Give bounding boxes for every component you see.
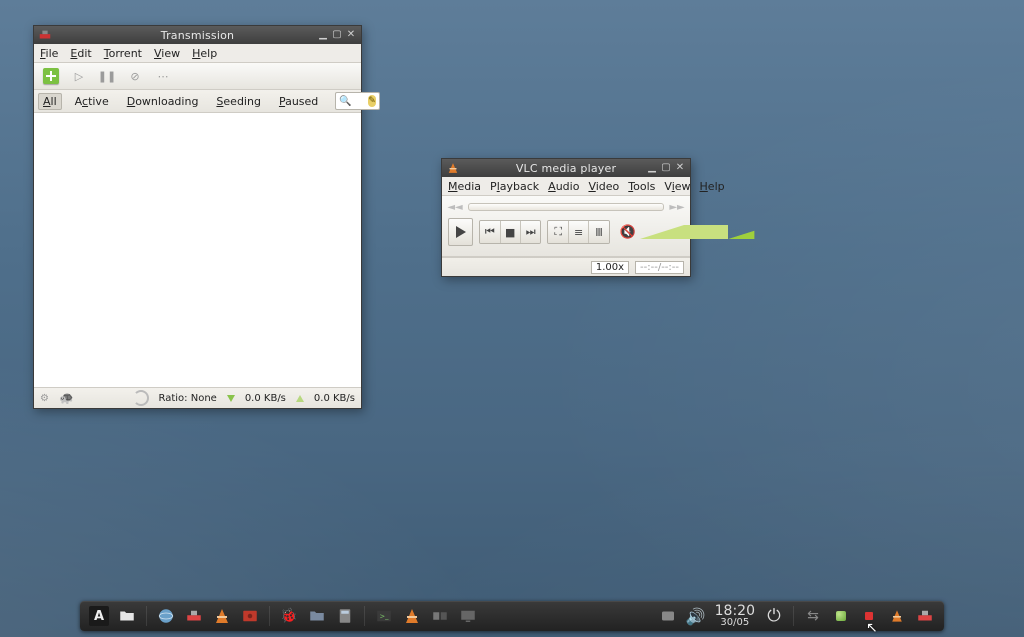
vlc-seek-forward-button[interactable]: ►► xyxy=(670,200,684,214)
vlc-view-controls: ⛶ ≡ Ⅲ xyxy=(547,220,609,244)
vlc-mute-button[interactable]: 🔇 xyxy=(620,225,636,240)
vlc-menubar: Media Playback Audio Video Tools View He… xyxy=(442,177,690,196)
vlc-playlist-button[interactable]: ≡ xyxy=(569,221,589,243)
menu-file[interactable]: File xyxy=(40,47,58,60)
start-torrent-button[interactable]: ▷ xyxy=(68,65,90,87)
transmission-titlebar[interactable]: Transmission ▁ ▢ ✕ xyxy=(34,26,361,44)
clock-date: 30/05 xyxy=(720,617,749,628)
filter-downloading[interactable]: Downloading xyxy=(122,93,204,110)
filter-paused[interactable]: Paused xyxy=(274,93,323,110)
vlc-menu-view[interactable]: View xyxy=(664,180,690,193)
search-icon: 🔍 xyxy=(339,96,351,107)
transmission-menubar: File Edit Torrent View Help xyxy=(34,44,361,63)
download-speed: 0.0 KB/s xyxy=(245,393,286,404)
search-clear-icon[interactable]: ✎ xyxy=(368,95,376,107)
vlc-seek-slider[interactable] xyxy=(468,203,664,211)
tray-transmission-icon[interactable] xyxy=(914,605,936,627)
transmission-statusbar: ⚙ 🐢 Ratio: None 0.0 KB/s 0.0 KB/s xyxy=(34,388,361,408)
transmission-filterbar: All Active Downloading Seeding Paused 🔍 … xyxy=(34,90,361,113)
transmission-launcher[interactable] xyxy=(183,605,205,627)
download-arrow-icon xyxy=(227,395,235,402)
transmission-search[interactable]: 🔍 ✎ xyxy=(335,92,379,110)
vlc-minimize-button[interactable]: ▁ xyxy=(646,162,658,174)
pause-torrent-button[interactable]: ❚❚ xyxy=(96,65,118,87)
tray-vlc-icon[interactable] xyxy=(886,605,908,627)
taskbar-touchpad-icon[interactable] xyxy=(657,605,679,627)
taskbar-pager[interactable] xyxy=(429,605,451,627)
taskbar-folder-icon[interactable] xyxy=(306,605,328,627)
browser-launcher[interactable] xyxy=(155,605,177,627)
add-torrent-button[interactable] xyxy=(40,65,62,87)
stats-cycle-icon[interactable] xyxy=(133,390,149,406)
taskbar-vlc-running[interactable] xyxy=(401,605,423,627)
remove-torrent-button[interactable]: ⊘ xyxy=(124,65,146,87)
vlc-menu-help[interactable]: Help xyxy=(700,180,725,193)
taskbar-clock[interactable]: 18:20 30/05 xyxy=(715,604,755,628)
menu-edit[interactable]: Edit xyxy=(70,47,91,60)
file-manager-launcher[interactable] xyxy=(116,605,138,627)
search-input[interactable] xyxy=(356,94,364,108)
vlc-menu-playback[interactable]: Playback xyxy=(490,180,539,193)
menu-help[interactable]: Help xyxy=(192,47,217,60)
vlc-seek-back-button[interactable]: ◄◄ xyxy=(448,200,462,214)
torrent-properties-button[interactable]: ⋯ xyxy=(152,65,174,87)
transmission-toolbar: ▷ ❚❚ ⊘ ⋯ xyxy=(34,63,361,90)
filter-seeding[interactable]: Seeding xyxy=(211,93,266,110)
menu-view[interactable]: View xyxy=(154,47,180,60)
taskbar-monitor-icon[interactable] xyxy=(457,605,479,627)
vlc-close-button[interactable]: ✕ xyxy=(674,162,686,174)
vlc-menu-video[interactable]: Video xyxy=(588,180,619,193)
vlc-track-controls: ⏮ ■ ⏭ xyxy=(479,220,541,244)
tray-updates-icon[interactable] xyxy=(830,605,852,627)
transmission-maximize-button[interactable]: ▢ xyxy=(331,29,343,41)
vlc-controls-area: ◄◄ ►► ⏮ ■ ⏭ ⛶ ≡ Ⅲ 🔇 xyxy=(442,196,690,257)
vlc-menu-media[interactable]: Media xyxy=(448,180,481,193)
transmission-close-button[interactable]: ✕ xyxy=(345,29,357,41)
vlc-menu-audio[interactable]: Audio xyxy=(548,180,579,193)
transmission-title: Transmission xyxy=(34,29,361,42)
vlc-play-button[interactable] xyxy=(448,218,473,246)
taskbar-calc-icon[interactable] xyxy=(334,605,356,627)
taskbar-power-button[interactable]: ⏻ xyxy=(763,605,785,627)
vlc-next-button[interactable]: ⏭ xyxy=(521,221,540,243)
taskbar[interactable]: A 🐞 >_ 🔊 18:20 30/05 xyxy=(80,601,944,631)
ratio-label: Ratio: None xyxy=(159,393,217,404)
mouse-cursor: ↖ xyxy=(866,620,878,636)
vlc-volume-slider[interactable] xyxy=(640,225,684,239)
vlc-statusbar: 1.00x --:--/--:-- xyxy=(442,257,690,276)
svg-text:>_: >_ xyxy=(380,612,390,620)
vlc-stop-button[interactable]: ■ xyxy=(501,221,521,243)
vlc-fullscreen-button[interactable]: ⛶ xyxy=(548,221,568,243)
desktop[interactable]: { "transmission": { "title": "Transmissi… xyxy=(0,0,1024,637)
screenshot-launcher[interactable] xyxy=(239,605,261,627)
vlc-window[interactable]: VLC media player ▁ ▢ ✕ Media Playback Au… xyxy=(441,158,691,277)
taskbar-terminal-icon[interactable]: >_ xyxy=(373,605,395,627)
upload-speed: 0.0 KB/s xyxy=(314,393,355,404)
turtle-mode-icon[interactable]: 🐢 xyxy=(59,391,74,405)
settings-gear-icon[interactable]: ⚙ xyxy=(40,393,49,404)
tray-network-icon[interactable]: ⇆ xyxy=(802,605,824,627)
filter-all[interactable]: All xyxy=(38,93,62,110)
vlc-launcher[interactable] xyxy=(211,605,233,627)
vlc-previous-button[interactable]: ⏮ xyxy=(480,221,500,243)
upload-arrow-icon xyxy=(296,395,304,402)
vlc-time-display[interactable]: --:--/--:-- xyxy=(635,261,684,274)
vlc-maximize-button[interactable]: ▢ xyxy=(660,162,672,174)
taskbar-beetle-icon[interactable]: 🐞 xyxy=(278,605,300,627)
vlc-playback-rate[interactable]: 1.00x xyxy=(591,261,629,274)
transmission-torrent-list[interactable] xyxy=(34,113,361,388)
filter-active[interactable]: Active xyxy=(70,93,114,110)
clock-time: 18:20 xyxy=(715,604,755,618)
transmission-minimize-button[interactable]: ▁ xyxy=(317,29,329,41)
menu-torrent[interactable]: Torrent xyxy=(104,47,142,60)
vlc-equalizer-button[interactable]: Ⅲ xyxy=(589,221,608,243)
app-launcher-button[interactable]: A xyxy=(88,605,110,627)
taskbar-volume-icon[interactable]: 🔊 xyxy=(685,605,707,627)
vlc-titlebar[interactable]: VLC media player ▁ ▢ ✕ xyxy=(442,159,690,177)
transmission-window[interactable]: Transmission ▁ ▢ ✕ File Edit Torrent Vie… xyxy=(33,25,362,409)
vlc-menu-tools[interactable]: Tools xyxy=(628,180,655,193)
